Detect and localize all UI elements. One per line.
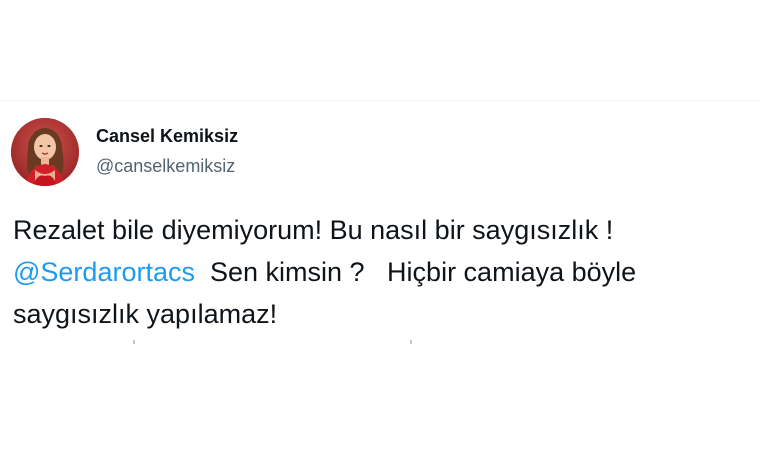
tweet-text-line-3: saygısızlık yapılamaz! (13, 299, 278, 329)
avatar-photo-icon (11, 118, 79, 186)
tweet-author: Cansel Kemiksiz @canselkemiksiz (96, 125, 238, 177)
author-handle[interactable]: @canselkemiksiz (96, 155, 238, 177)
tweet-text: Rezalet bile diyemiyorum! Bu nasıl bir s… (13, 209, 758, 335)
top-divider (0, 100, 760, 101)
author-display-name[interactable]: Cansel Kemiksiz (96, 125, 238, 147)
tweet-text-line-2: @Serdarortacs Sen kimsin ? Hiçbir camiay… (13, 251, 758, 293)
cropped-line-artifact (410, 340, 412, 344)
avatar[interactable] (11, 118, 79, 186)
mention-link[interactable]: @Serdarortacs (13, 257, 195, 287)
cropped-line-artifact (133, 340, 135, 344)
tweet-text-line-1: Rezalet bile diyemiyorum! Bu nasıl bir s… (13, 215, 614, 245)
tweet-text-line-2-rest: Sen kimsin ? Hiçbir camiaya böyle (194, 257, 637, 287)
